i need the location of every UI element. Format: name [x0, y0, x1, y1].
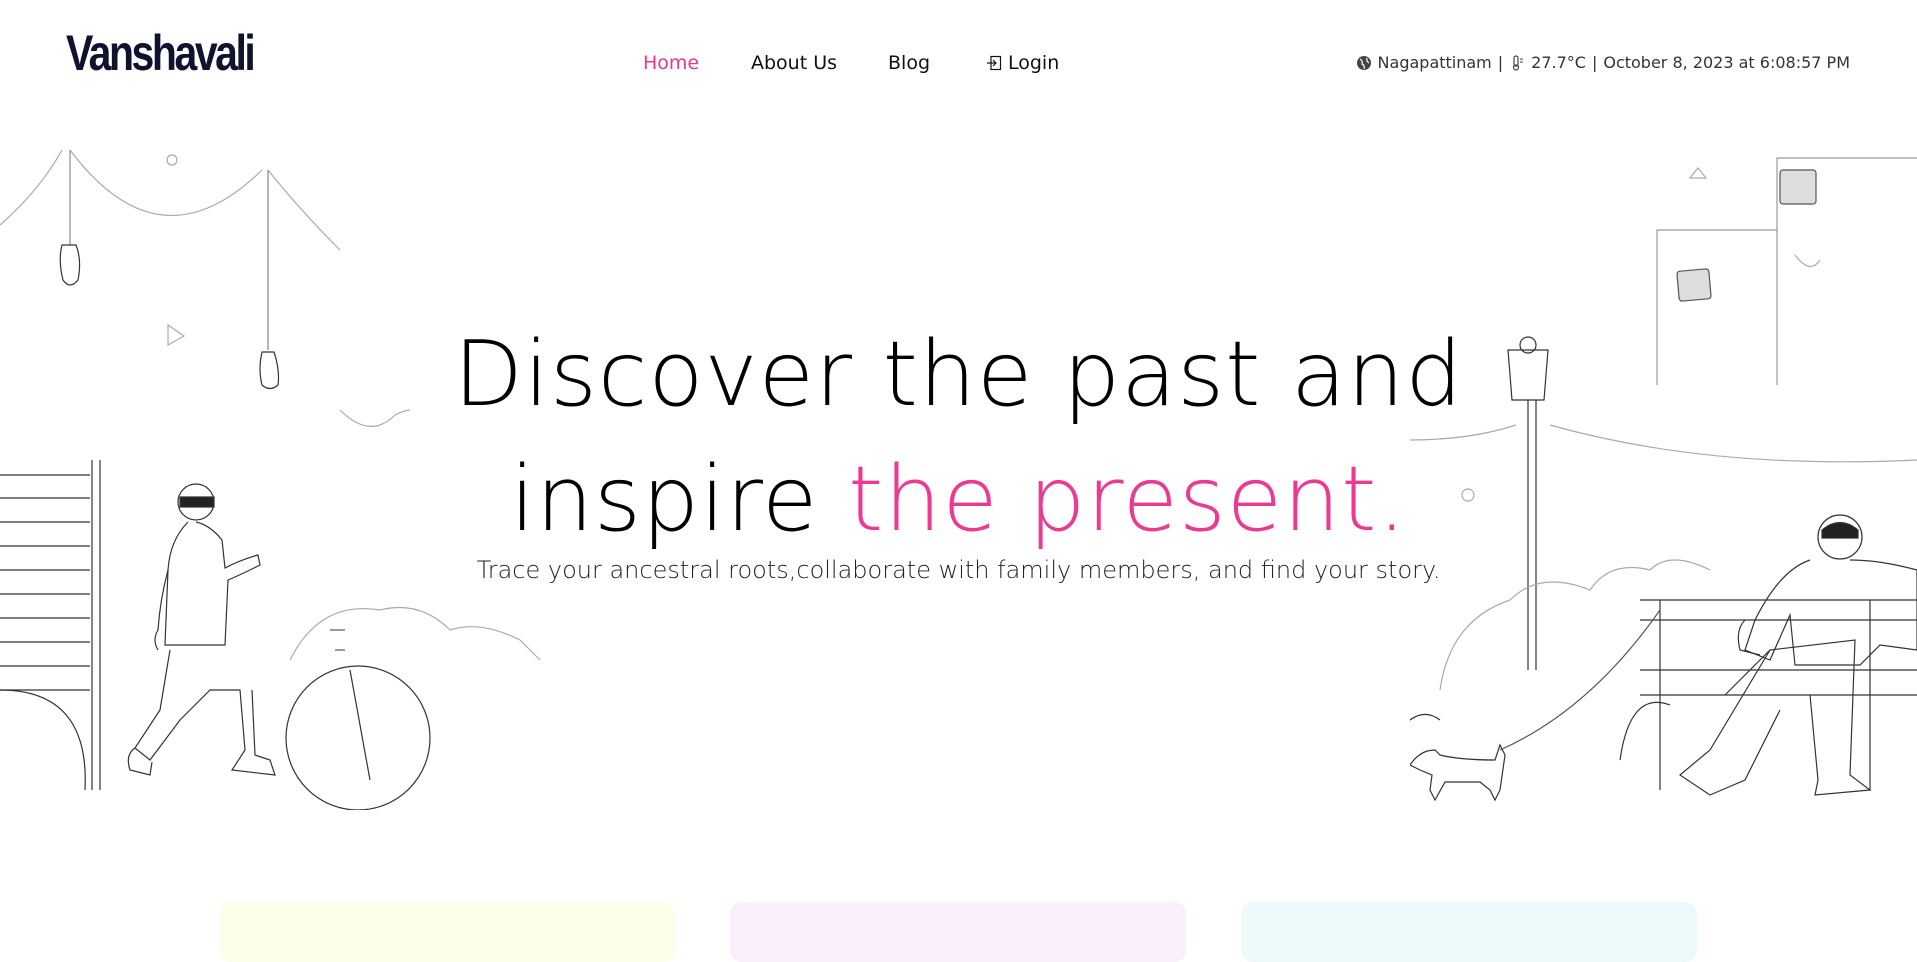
hero-title-line1: Discover the past and — [453, 322, 1464, 428]
status-bar: Nagapattinam | 27.7°C | October 8, 2023 … — [1356, 53, 1850, 72]
globe-icon — [1356, 55, 1371, 70]
status-temperature: 27.7°C — [1531, 53, 1586, 72]
nav-login-label: Login — [1008, 52, 1060, 74]
nav-blog[interactable]: Blog — [888, 52, 930, 74]
nav-home[interactable]: Home — [643, 52, 699, 74]
nav-about-us[interactable]: About Us — [751, 52, 837, 74]
hero-title-line2: inspire the present. — [0, 455, 1917, 545]
thermometer-icon — [1513, 54, 1524, 71]
status-separator-2: | — [1591, 53, 1598, 72]
login-icon — [987, 55, 1002, 71]
feature-card-1[interactable] — [219, 902, 675, 962]
status-separator: | — [1497, 53, 1504, 72]
site-header: Vanshavali Home About Us Blog Login Naga… — [0, 0, 1917, 130]
feature-card-2[interactable] — [730, 902, 1186, 962]
nav-login[interactable]: Login — [986, 52, 1059, 74]
status-location: Nagapattinam — [1377, 53, 1492, 72]
hero-title-prefix: inspire — [509, 447, 849, 553]
feature-card-3[interactable] — [1241, 902, 1697, 962]
status-datetime: October 8, 2023 at 6:08:57 PM — [1603, 53, 1850, 72]
hero-title-highlight: the present. — [848, 447, 1408, 553]
hero-subtitle: Trace your ancestral roots,collaborate w… — [476, 556, 1441, 584]
